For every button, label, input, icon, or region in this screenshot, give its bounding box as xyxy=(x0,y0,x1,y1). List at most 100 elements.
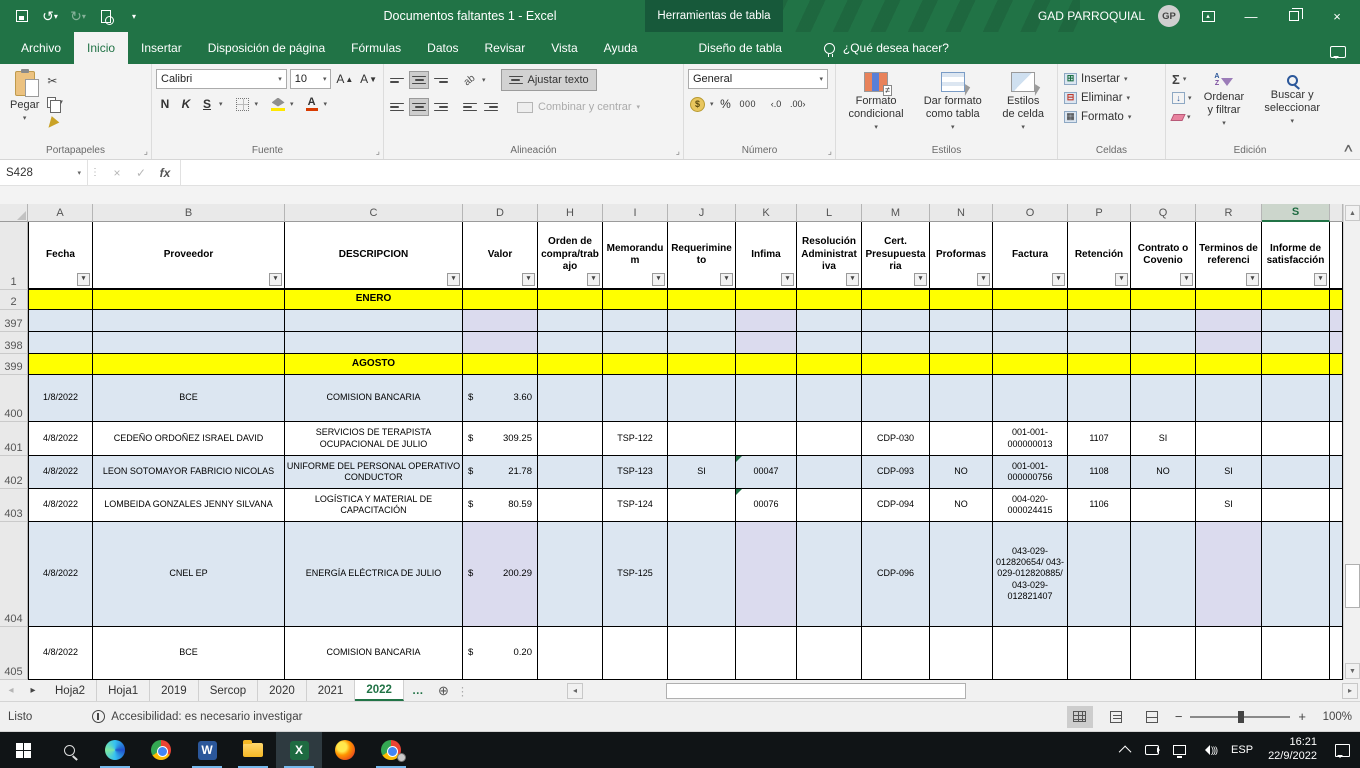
cell-D405[interactable]: $0.20 xyxy=(463,627,538,680)
enter-formula-icon[interactable]: ✓ xyxy=(130,166,152,180)
filter-button-Q[interactable]: ▾ xyxy=(1180,273,1193,286)
restore-button[interactable] xyxy=(1279,3,1309,29)
cell-P405[interactable] xyxy=(1068,627,1131,680)
zoom-level[interactable]: 100% xyxy=(1316,711,1352,723)
cell-Q1[interactable]: Contrato o Covenio▾ xyxy=(1131,222,1196,290)
cell-I1[interactable]: Memorandum▾ xyxy=(603,222,668,290)
row-header-400[interactable]: 400 xyxy=(0,375,28,422)
cell-R398[interactable] xyxy=(1196,332,1262,354)
row-header-404[interactable]: 404 xyxy=(0,522,28,627)
cell-D404[interactable]: $200.29 xyxy=(463,522,538,627)
cell-Q397[interactable] xyxy=(1131,310,1196,332)
row-header-402[interactable]: 402 xyxy=(0,456,28,489)
cell-sliver-404[interactable] xyxy=(1330,522,1343,627)
sheet-tab-2022[interactable]: 2022 xyxy=(355,680,404,701)
cell-M402[interactable]: CDP-093 xyxy=(862,456,930,489)
qat-customize-icon[interactable]: ▾ xyxy=(122,4,146,28)
clock[interactable]: 16:21 22/9/2022 xyxy=(1260,736,1325,764)
cell-O2[interactable] xyxy=(993,290,1068,310)
cell-J404[interactable] xyxy=(668,522,736,627)
cell-K401[interactable] xyxy=(736,422,797,456)
font-color-button[interactable]: A xyxy=(303,95,321,113)
cell-R401[interactable] xyxy=(1196,422,1262,456)
tab-disposici-n-de-p-gina[interactable]: Disposición de página xyxy=(195,32,338,64)
cell-O397[interactable] xyxy=(993,310,1068,332)
cell-sliver-398[interactable] xyxy=(1330,332,1343,354)
tabbar-splitter[interactable]: ⋮ xyxy=(455,680,469,701)
align-middle-button[interactable] xyxy=(409,71,429,89)
cell-A402[interactable]: 4/8/2022 xyxy=(28,456,93,489)
increase-font-icon[interactable]: A▲ xyxy=(334,70,355,88)
row-header-398[interactable]: 398 xyxy=(0,332,28,354)
cell-J1[interactable]: Requerimineto▾ xyxy=(668,222,736,290)
filter-button-S[interactable]: ▾ xyxy=(1314,273,1327,286)
cell-D1[interactable]: Valor▾ xyxy=(463,222,538,290)
column-header-I[interactable]: I xyxy=(603,204,668,222)
filter-button-N[interactable]: ▾ xyxy=(977,273,990,286)
accessibility-status[interactable]: Accesibilidad: es necesario investigar xyxy=(92,710,302,723)
taskbar-edge[interactable] xyxy=(92,732,138,768)
cell-L397[interactable] xyxy=(797,310,862,332)
cell-B403[interactable]: LOMBEIDA GONZALES JENNY SILVANA xyxy=(93,489,285,522)
cell-B2[interactable] xyxy=(93,290,285,310)
zoom-in-icon[interactable]: + xyxy=(1298,709,1306,724)
cell-S398[interactable] xyxy=(1262,332,1330,354)
decrease-indent-button[interactable] xyxy=(461,98,479,116)
column-header-B[interactable]: B xyxy=(93,204,285,222)
cell-Q400[interactable] xyxy=(1131,375,1196,422)
cell-O1[interactable]: Factura▾ xyxy=(993,222,1068,290)
wrap-text-button[interactable]: Ajustar texto xyxy=(501,69,597,91)
cell-H397[interactable] xyxy=(538,310,603,332)
cell-A403[interactable]: 4/8/2022 xyxy=(28,489,93,522)
column-header-O[interactable]: O xyxy=(993,204,1068,222)
cell-N402[interactable]: NO xyxy=(930,456,993,489)
borders-button[interactable] xyxy=(234,95,252,113)
underline-button[interactable]: S xyxy=(198,95,216,113)
cell-I402[interactable]: TSP-123 xyxy=(603,456,668,489)
tab-inicio[interactable]: Inicio xyxy=(74,32,128,64)
decrease-font-icon[interactable]: A▼ xyxy=(358,70,379,88)
cell-N1[interactable]: Proformas▾ xyxy=(930,222,993,290)
select-all-corner[interactable] xyxy=(0,204,28,222)
cell-sliver-402[interactable] xyxy=(1330,456,1343,489)
cell-I401[interactable]: TSP-122 xyxy=(603,422,668,456)
cell-J401[interactable] xyxy=(668,422,736,456)
cell-S397[interactable] xyxy=(1262,310,1330,332)
align-center-button[interactable] xyxy=(409,98,429,116)
cell-sliver-403[interactable] xyxy=(1330,489,1343,522)
taskbar-chrome-profile[interactable] xyxy=(368,732,414,768)
cell-D402[interactable]: $21.78 xyxy=(463,456,538,489)
undo-icon[interactable]: ↺▾ xyxy=(38,4,62,28)
cell-sliver-399[interactable] xyxy=(1330,354,1343,375)
scroll-left-icon[interactable]: ◂ xyxy=(567,683,583,699)
cell-C402[interactable]: UNIFORME DEL PERSONAL OPERATIVO CONDUCTO… xyxy=(285,456,463,489)
cell-B404[interactable]: CNEL EP xyxy=(93,522,285,627)
close-button[interactable]: × xyxy=(1322,3,1352,29)
insert-cells-button[interactable]: ⊞Insertar▾ xyxy=(1062,69,1161,88)
row-header-401[interactable]: 401 xyxy=(0,422,28,456)
paste-button[interactable]: Pegar ▾ xyxy=(4,67,45,144)
cell-Q2[interactable] xyxy=(1131,290,1196,310)
filter-button-O[interactable]: ▾ xyxy=(1052,273,1065,286)
cell-K402[interactable]: 00047 xyxy=(736,456,797,489)
scroll-up-icon[interactable]: ▲ xyxy=(1345,205,1360,221)
user-name[interactable]: GAD PARROQUIAL xyxy=(1038,9,1145,23)
fill-color-dropdown-icon[interactable]: ▾ xyxy=(290,100,294,108)
align-right-button[interactable] xyxy=(432,98,450,116)
cell-Q405[interactable] xyxy=(1131,627,1196,680)
month-label-agosto[interactable]: AGOSTO xyxy=(285,354,463,375)
cell-P403[interactable]: 1106 xyxy=(1068,489,1131,522)
cell-I399[interactable] xyxy=(603,354,668,375)
cell-R403[interactable]: SI xyxy=(1196,489,1262,522)
meet-now-icon[interactable] xyxy=(1138,732,1166,768)
cell-K404[interactable] xyxy=(736,522,797,627)
cell-K2[interactable] xyxy=(736,290,797,310)
align-top-button[interactable] xyxy=(388,71,406,89)
italic-button[interactable]: K xyxy=(177,95,195,113)
normal-view-button[interactable] xyxy=(1067,706,1093,728)
sheet-tab-2019[interactable]: 2019 xyxy=(150,680,199,701)
cell-P2[interactable] xyxy=(1068,290,1131,310)
cell-J400[interactable] xyxy=(668,375,736,422)
sheet-tab-2021[interactable]: 2021 xyxy=(307,680,356,701)
cell-S400[interactable] xyxy=(1262,375,1330,422)
